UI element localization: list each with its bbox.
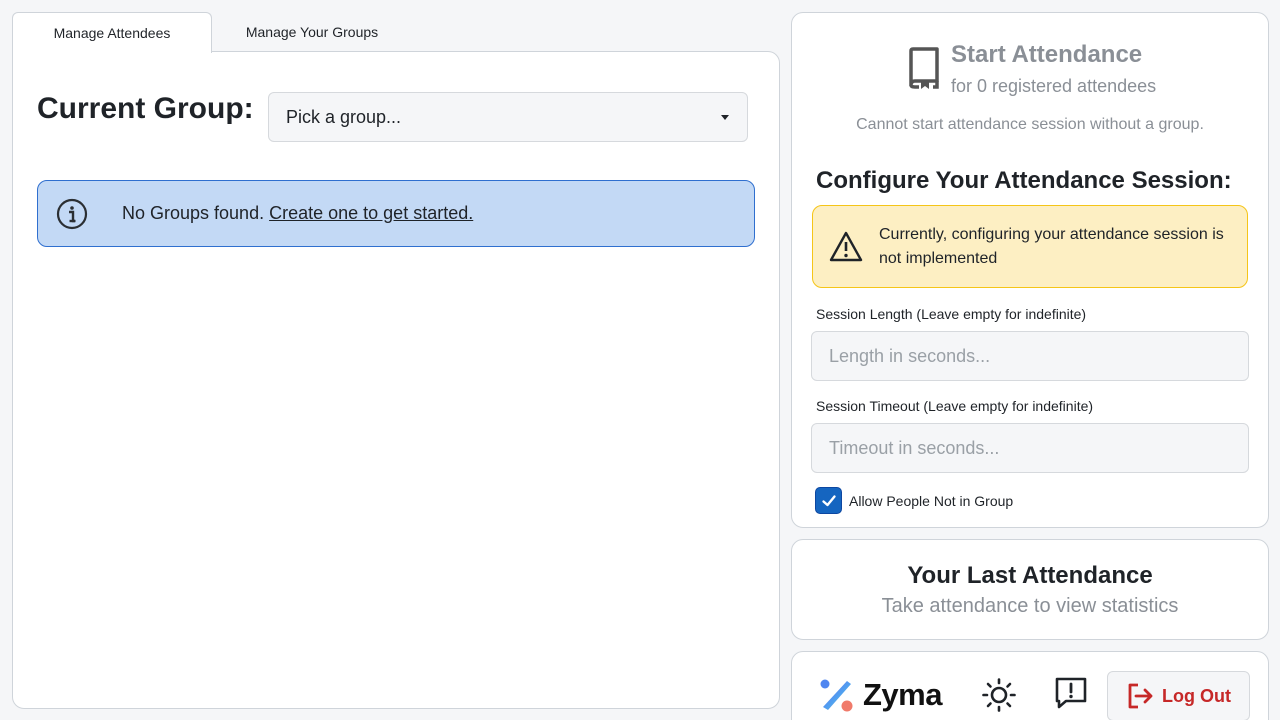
start-attendance-header: Start Attendance for 0 registered attend… bbox=[907, 41, 1156, 97]
info-icon bbox=[56, 198, 88, 229]
logout-icon bbox=[1128, 683, 1153, 709]
feedback-icon[interactable] bbox=[1054, 676, 1088, 710]
zyma-logo[interactable]: Zyma bbox=[820, 677, 942, 713]
last-attendance-card: Your Last Attendance Take attendance to … bbox=[791, 539, 1269, 640]
logout-button[interactable]: Log Out bbox=[1107, 671, 1250, 720]
warning-icon bbox=[829, 231, 863, 261]
allow-outsiders-checkbox[interactable] bbox=[816, 488, 841, 513]
warning-message: Currently, configuring your attendance s… bbox=[879, 225, 1224, 267]
current-group-label: Current Group: bbox=[37, 92, 254, 125]
tab-manage-attendees[interactable]: Manage Attendees bbox=[12, 12, 212, 53]
no-groups-alert: No Groups found. Create one to get starte… bbox=[37, 180, 755, 247]
check-icon bbox=[821, 494, 836, 506]
tab-bar: Manage Attendees Manage Your Groups bbox=[12, 12, 780, 53]
chevron-down-icon bbox=[721, 115, 729, 120]
start-attendance-title[interactable]: Start Attendance bbox=[951, 41, 1156, 69]
alert-message: No Groups found. Create one to get starte… bbox=[122, 203, 473, 224]
session-timeout-input[interactable] bbox=[811, 423, 1249, 473]
session-length-label: Session Length (Leave empty for indefini… bbox=[816, 306, 1087, 322]
create-group-link[interactable]: Create one to get started. bbox=[269, 203, 473, 223]
group-select[interactable]: Pick a group... bbox=[268, 92, 748, 142]
logout-label: Log Out bbox=[1162, 685, 1231, 706]
not-implemented-warning: Currently, configuring your attendance s… bbox=[812, 205, 1248, 288]
footer-bar: Zyma Log Out bbox=[791, 651, 1269, 720]
sun-icon[interactable] bbox=[982, 678, 1016, 712]
manage-attendees-panel: Current Group: Pick a group... No Groups… bbox=[12, 51, 780, 709]
start-attendance-card: Start Attendance for 0 registered attend… bbox=[791, 12, 1269, 528]
session-timeout-label: Session Timeout (Leave empty for indefin… bbox=[816, 398, 1094, 414]
logo-text: Zyma bbox=[863, 677, 942, 712]
allow-outsiders-row: Allow People Not in Group bbox=[816, 488, 1013, 513]
alert-text: No Groups found. bbox=[122, 203, 265, 223]
current-group-row: Current Group: Pick a group... bbox=[37, 92, 748, 142]
registered-count: for 0 registered attendees bbox=[951, 76, 1157, 96]
allow-outsiders-label: Allow People Not in Group bbox=[849, 492, 1014, 509]
last-attendance-subtitle: Take attendance to view statistics bbox=[881, 595, 1179, 617]
group-select-value: Pick a group... bbox=[286, 106, 402, 127]
start-note: Cannot start attendance session without … bbox=[856, 116, 1204, 133]
zyma-logo-icon bbox=[820, 679, 853, 711]
book-icon bbox=[909, 47, 939, 89]
last-attendance-title: Your Last Attendance bbox=[907, 562, 1153, 589]
session-length-input[interactable] bbox=[811, 331, 1249, 381]
config-title: Configure Your Attendance Session: bbox=[816, 167, 1232, 194]
tab-manage-groups[interactable]: Manage Your Groups bbox=[212, 12, 412, 52]
